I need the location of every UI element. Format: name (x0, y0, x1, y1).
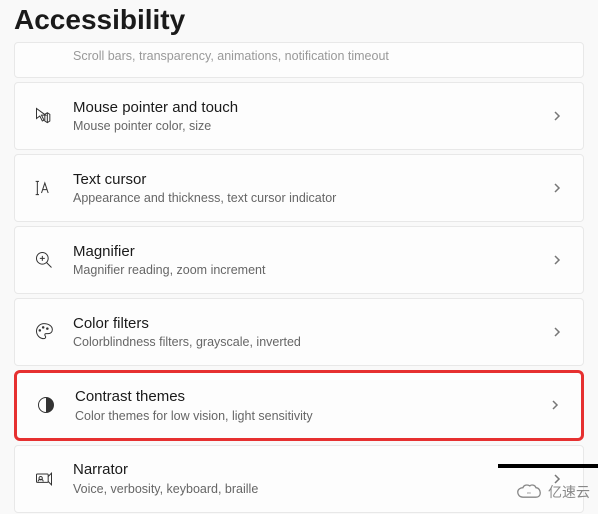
item-title: Mouse pointer and touch (73, 98, 551, 118)
magnifier-icon (33, 249, 55, 271)
item-content: Magnifier Magnifier reading, zoom increm… (73, 242, 551, 279)
item-content: Mouse pointer and touch Mouse pointer co… (73, 98, 551, 135)
item-title: Text cursor (73, 170, 551, 190)
color-filters-icon (33, 321, 55, 343)
narrator-icon (33, 468, 55, 490)
settings-item-text-cursor[interactable]: Text cursor Appearance and thickness, te… (14, 154, 584, 222)
settings-item-magnifier[interactable]: Magnifier Magnifier reading, zoom increm… (14, 226, 584, 294)
page-title: Accessibility (0, 0, 598, 42)
settings-item-visual-effects[interactable]: Scroll bars, transparency, animations, n… (14, 42, 584, 78)
chevron-right-icon (551, 109, 565, 123)
watermark-bar (498, 464, 598, 468)
chevron-right-icon (549, 398, 563, 412)
settings-item-narrator[interactable]: Narrator Voice, verbosity, keyboard, bra… (14, 445, 584, 513)
item-title: Magnifier (73, 242, 551, 262)
item-subtitle: Magnifier reading, zoom increment (73, 262, 551, 278)
chevron-right-icon (551, 325, 565, 339)
item-subtitle: Mouse pointer color, size (73, 118, 551, 134)
item-title: Color filters (73, 314, 551, 334)
text-cursor-icon (33, 177, 55, 199)
settings-item-color-filters[interactable]: Color filters Colorblindness filters, gr… (14, 298, 584, 366)
item-title: Contrast themes (75, 387, 549, 407)
svg-text:∞: ∞ (527, 491, 531, 497)
item-subtitle: Color themes for low vision, light sensi… (75, 408, 549, 424)
item-subtitle: Appearance and thickness, text cursor in… (73, 190, 551, 206)
item-content: Color filters Colorblindness filters, gr… (73, 314, 551, 351)
settings-list: Scroll bars, transparency, animations, n… (0, 42, 598, 513)
contrast-icon (35, 394, 57, 416)
item-subtitle: Scroll bars, transparency, animations, n… (73, 49, 389, 63)
item-title: Narrator (73, 460, 551, 480)
item-content: Text cursor Appearance and thickness, te… (73, 170, 551, 207)
settings-item-mouse-pointer[interactable]: Mouse pointer and touch Mouse pointer co… (14, 82, 584, 150)
chevron-right-icon (551, 181, 565, 195)
chevron-right-icon (551, 253, 565, 267)
item-subtitle: Voice, verbosity, keyboard, braille (73, 481, 551, 497)
item-content: Contrast themes Color themes for low vis… (75, 387, 549, 424)
item-content: Narrator Voice, verbosity, keyboard, bra… (73, 460, 551, 497)
watermark: ∞ 亿速云 (516, 482, 590, 502)
mouse-pointer-icon (33, 105, 55, 127)
item-subtitle: Colorblindness filters, grayscale, inver… (73, 334, 551, 350)
settings-item-contrast-themes[interactable]: Contrast themes Color themes for low vis… (14, 370, 584, 441)
cloud-icon: ∞ (516, 483, 542, 501)
watermark-text: 亿速云 (548, 482, 590, 502)
